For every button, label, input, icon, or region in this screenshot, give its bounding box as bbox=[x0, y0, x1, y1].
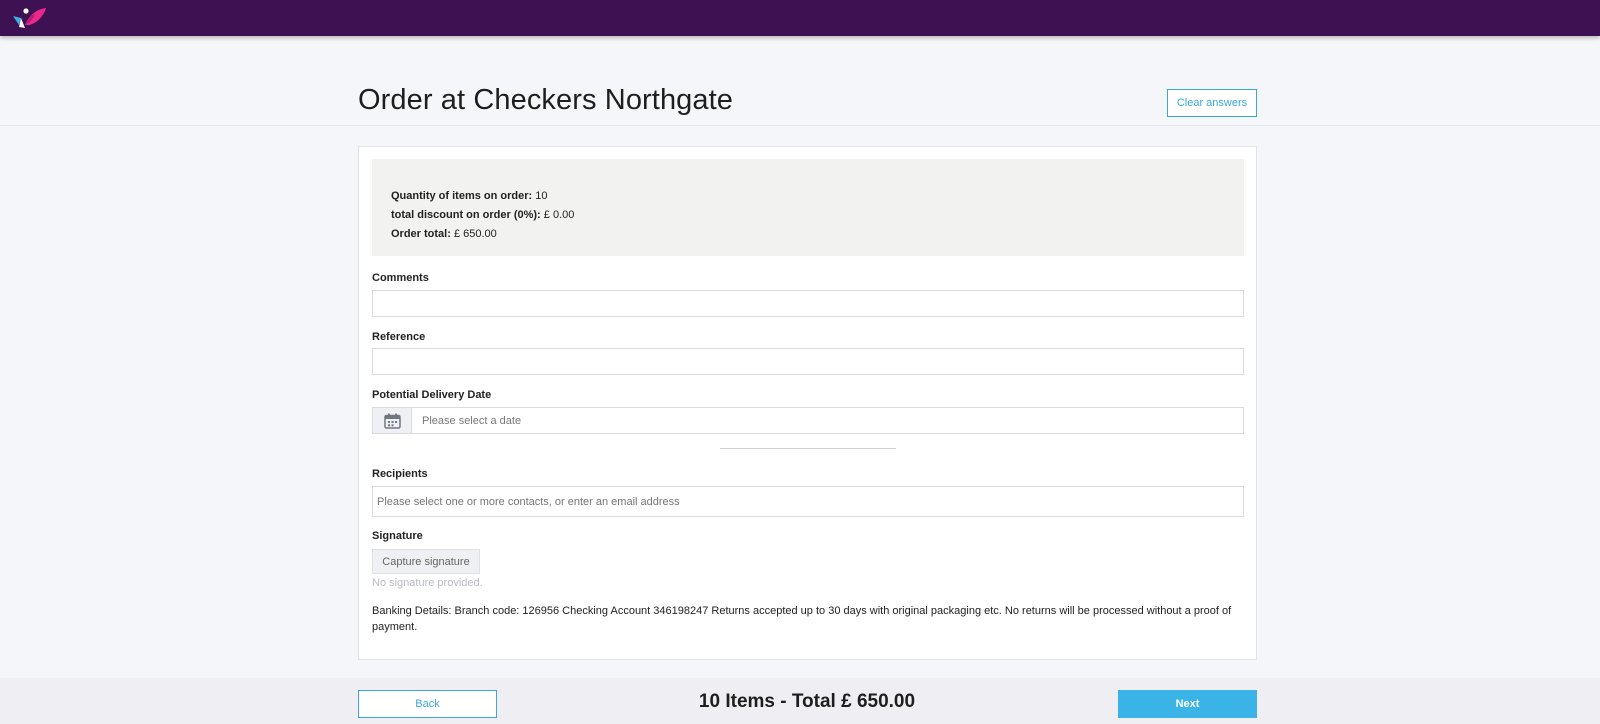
order-form-card: Quantity of items on order: 10 total dis… bbox=[358, 146, 1257, 660]
no-signature-text: No signature provided. bbox=[372, 577, 483, 589]
discount-label: total discount on order (0%): bbox=[391, 209, 541, 221]
delivery-date-label: Potential Delivery Date bbox=[372, 389, 492, 401]
order-total-label: Order total: bbox=[391, 228, 451, 240]
order-total-value: £ 650.00 bbox=[453, 228, 497, 240]
top-navbar bbox=[0, 0, 1600, 36]
next-button[interactable]: Next bbox=[1118, 690, 1257, 718]
discount-value: £ 0.00 bbox=[543, 209, 575, 221]
footer-order-summary: 10 Items - Total £ 650.00 bbox=[698, 691, 916, 712]
quantity-label: Quantity of items on order: bbox=[391, 190, 533, 202]
recipients-input[interactable] bbox=[372, 486, 1244, 517]
page-title: Order at Checkers Northgate bbox=[358, 84, 734, 116]
calendar-icon bbox=[384, 413, 401, 429]
brand-logo-icon[interactable] bbox=[11, 5, 47, 31]
quantity-line: Quantity of items on order: 10 bbox=[391, 190, 548, 202]
reference-label: Reference bbox=[372, 331, 426, 343]
banking-details-text: Banking Details: Branch code: 126956 Che… bbox=[372, 605, 1232, 633]
comments-label: Comments bbox=[372, 272, 429, 284]
section-divider bbox=[720, 448, 896, 449]
header-divider bbox=[0, 125, 1600, 126]
back-button[interactable]: Back bbox=[358, 690, 497, 718]
signature-label: Signature bbox=[372, 530, 423, 542]
clear-answers-button[interactable]: Clear answers bbox=[1167, 89, 1257, 117]
order-total-line: Order total: £ 650.00 bbox=[391, 228, 497, 240]
quantity-value: 10 bbox=[535, 190, 548, 202]
recipients-label: Recipients bbox=[372, 468, 428, 480]
capture-signature-button[interactable]: Capture signature bbox=[372, 549, 480, 574]
delivery-date-field bbox=[372, 407, 1244, 434]
comments-input[interactable] bbox=[372, 290, 1244, 317]
reference-input[interactable] bbox=[372, 348, 1244, 375]
date-picker-button[interactable] bbox=[373, 408, 412, 433]
order-summary-panel: Quantity of items on order: 10 total dis… bbox=[372, 159, 1244, 256]
footer-bar: Back 10 Items - Total £ 650.00 Next bbox=[0, 678, 1600, 724]
delivery-date-input[interactable] bbox=[413, 408, 1243, 433]
discount-line: total discount on order (0%): £ 0.00 bbox=[391, 209, 574, 221]
